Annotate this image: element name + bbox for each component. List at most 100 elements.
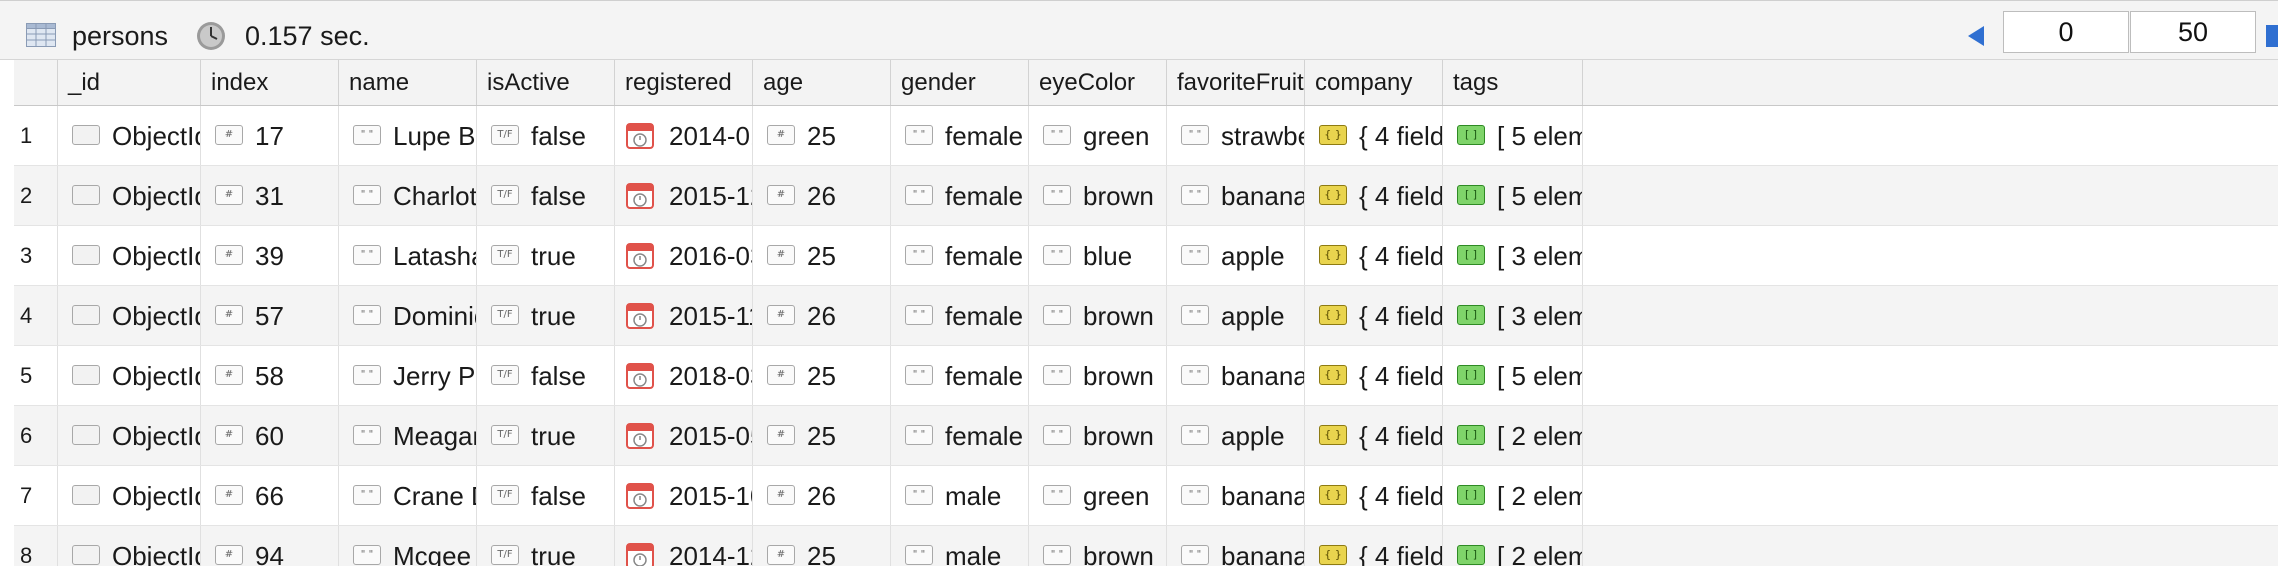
cell-eyeColor[interactable]: " " brown xyxy=(1029,346,1167,405)
cell-name[interactable]: " " Lupe Barry xyxy=(339,106,477,165)
cell-isActive[interactable]: T/F true xyxy=(477,526,615,566)
cell-isActive[interactable]: T/F true xyxy=(477,406,615,465)
column-header-favoriteFruit[interactable]: favoriteFruit xyxy=(1167,60,1305,105)
cell-tags[interactable]: [ ] [ 3 eleme... xyxy=(1443,286,1583,345)
cell-favoriteFruit[interactable]: " " banana xyxy=(1167,346,1305,405)
cell-company[interactable]: { } { 4 fields } xyxy=(1305,166,1443,225)
cell-tags[interactable]: [ ] [ 2 eleme... xyxy=(1443,526,1583,566)
cell-name[interactable]: " " Crane Du... xyxy=(339,466,477,525)
cell-name[interactable]: " " Dominiq... xyxy=(339,286,477,345)
cell-registered[interactable]: 2014-12-... xyxy=(615,526,753,566)
table-row[interactable]: 8ObjectId(...#94" "Mcgee R...T/Ftrue2014… xyxy=(14,526,2278,566)
cell-registered[interactable]: 2015-05... xyxy=(615,406,753,465)
cell-eyeColor[interactable]: " " green xyxy=(1029,106,1167,165)
cell-name[interactable]: " " Charlotte... xyxy=(339,166,477,225)
column-header-name[interactable]: name xyxy=(339,60,477,105)
table-row[interactable]: 2ObjectId(...#31" "Charlotte...T/Ffalse2… xyxy=(14,166,2278,226)
cell-eyeColor[interactable]: " " blue xyxy=(1029,226,1167,285)
column-header-eyeColor[interactable]: eyeColor xyxy=(1029,60,1167,105)
cell-isActive[interactable]: T/F true xyxy=(477,226,615,285)
cell-favoriteFruit[interactable]: " " apple xyxy=(1167,286,1305,345)
cell-isActive[interactable]: T/F false xyxy=(477,166,615,225)
cell-id[interactable]: ObjectId(... xyxy=(58,286,201,345)
cell-tags[interactable]: [ ] [ 2 eleme... xyxy=(1443,466,1583,525)
cell-favoriteFruit[interactable]: " " banana xyxy=(1167,526,1305,566)
cell-id[interactable]: ObjectId(... xyxy=(58,526,201,566)
cell-isActive[interactable]: T/F true xyxy=(477,286,615,345)
cell-eyeColor[interactable]: " " green xyxy=(1029,466,1167,525)
cell-registered[interactable]: 2015-11-... xyxy=(615,286,753,345)
column-header-company[interactable]: company xyxy=(1305,60,1443,105)
column-header-age[interactable]: age xyxy=(753,60,891,105)
cell-tags[interactable]: [ ] [ 3 eleme... xyxy=(1443,226,1583,285)
next-page-icon[interactable] xyxy=(2266,25,2278,47)
table-row[interactable]: 3ObjectId(...#39" "Latasha ...T/Ftrue201… xyxy=(14,226,2278,286)
cell-eyeColor[interactable]: " " brown xyxy=(1029,166,1167,225)
cell-isActive[interactable]: T/F false xyxy=(477,106,615,165)
cell-age[interactable]: #26 xyxy=(753,166,891,225)
cell-age[interactable]: #26 xyxy=(753,466,891,525)
cell-company[interactable]: { } { 4 fields } xyxy=(1305,286,1443,345)
cell-age[interactable]: #25 xyxy=(753,406,891,465)
cell-company[interactable]: { } { 4 fields } xyxy=(1305,226,1443,285)
table-row[interactable]: 4ObjectId(...#57" "Dominiq...T/Ftrue2015… xyxy=(14,286,2278,346)
column-header-id[interactable]: _id xyxy=(58,60,201,105)
cell-company[interactable]: { } { 4 fields } xyxy=(1305,346,1443,405)
cell-isActive[interactable]: T/F false xyxy=(477,466,615,525)
cell-isActive[interactable]: T/F false xyxy=(477,346,615,405)
cell-registered[interactable]: 2018-03... xyxy=(615,346,753,405)
cell-age[interactable]: #25 xyxy=(753,526,891,566)
cell-company[interactable]: { } { 4 fields } xyxy=(1305,106,1443,165)
cell-age[interactable]: #25 xyxy=(753,346,891,405)
cell-favoriteFruit[interactable]: " " banana xyxy=(1167,466,1305,525)
cell-gender[interactable]: " " female xyxy=(891,346,1029,405)
cell-eyeColor[interactable]: " " brown xyxy=(1029,406,1167,465)
cell-company[interactable]: { } { 4 fields } xyxy=(1305,406,1443,465)
table-row[interactable]: 6ObjectId(...#60" "Meagan ...T/Ftrue2015… xyxy=(14,406,2278,466)
table-row[interactable]: 7ObjectId(...#66" "Crane Du...T/Ffalse20… xyxy=(14,466,2278,526)
cell-index[interactable]: #39 xyxy=(201,226,339,285)
table-row[interactable]: 1ObjectId(...#17" "Lupe BarryT/Ffalse201… xyxy=(14,106,2278,166)
cell-tags[interactable]: [ ] [ 5 eleme... xyxy=(1443,346,1583,405)
cell-id[interactable]: ObjectId(... xyxy=(58,466,201,525)
cell-age[interactable]: #25 xyxy=(753,226,891,285)
cell-gender[interactable]: " " female xyxy=(891,166,1029,225)
cell-id[interactable]: ObjectId(... xyxy=(58,166,201,225)
cell-gender[interactable]: " " female xyxy=(891,226,1029,285)
column-header-tags[interactable]: tags xyxy=(1443,60,1583,105)
column-header-index[interactable]: index xyxy=(201,60,339,105)
cell-name[interactable]: " " Mcgee R... xyxy=(339,526,477,566)
cell-index[interactable]: #58 xyxy=(201,346,339,405)
table-row[interactable]: 5ObjectId(...#58" "Jerry Pea...T/Ffalse2… xyxy=(14,346,2278,406)
cell-index[interactable]: #17 xyxy=(201,106,339,165)
cell-gender[interactable]: " " female xyxy=(891,286,1029,345)
cell-age[interactable]: #26 xyxy=(753,286,891,345)
cell-age[interactable]: #25 xyxy=(753,106,891,165)
cell-eyeColor[interactable]: " " brown xyxy=(1029,526,1167,566)
cell-tags[interactable]: [ ] [ 5 eleme... xyxy=(1443,106,1583,165)
cell-index[interactable]: #60 xyxy=(201,406,339,465)
column-header-gender[interactable]: gender xyxy=(891,60,1029,105)
cell-gender[interactable]: " " female xyxy=(891,406,1029,465)
cell-gender[interactable]: " " male xyxy=(891,466,1029,525)
cell-eyeColor[interactable]: " " brown xyxy=(1029,286,1167,345)
skip-input[interactable]: 0 xyxy=(2003,11,2129,53)
cell-registered[interactable]: 2015-12-... xyxy=(615,166,753,225)
cell-name[interactable]: " " Latasha ... xyxy=(339,226,477,285)
cell-favoriteFruit[interactable]: " " strawberry xyxy=(1167,106,1305,165)
cell-company[interactable]: { } { 4 fields } xyxy=(1305,526,1443,566)
cell-tags[interactable]: [ ] [ 5 eleme... xyxy=(1443,166,1583,225)
cell-index[interactable]: #66 xyxy=(201,466,339,525)
cell-tags[interactable]: [ ] [ 2 eleme... xyxy=(1443,406,1583,465)
cell-name[interactable]: " " Jerry Pea... xyxy=(339,346,477,405)
cell-company[interactable]: { } { 4 fields } xyxy=(1305,466,1443,525)
cell-registered[interactable]: 2015-10-... xyxy=(615,466,753,525)
cell-id[interactable]: ObjectId(... xyxy=(58,226,201,285)
cell-id[interactable]: ObjectId(... xyxy=(58,106,201,165)
column-header-isActive[interactable]: isActive xyxy=(477,60,615,105)
cell-index[interactable]: #57 xyxy=(201,286,339,345)
cell-id[interactable]: ObjectId(... xyxy=(58,346,201,405)
cell-name[interactable]: " " Meagan ... xyxy=(339,406,477,465)
cell-favoriteFruit[interactable]: " " banana xyxy=(1167,166,1305,225)
column-header-registered[interactable]: registered xyxy=(615,60,753,105)
